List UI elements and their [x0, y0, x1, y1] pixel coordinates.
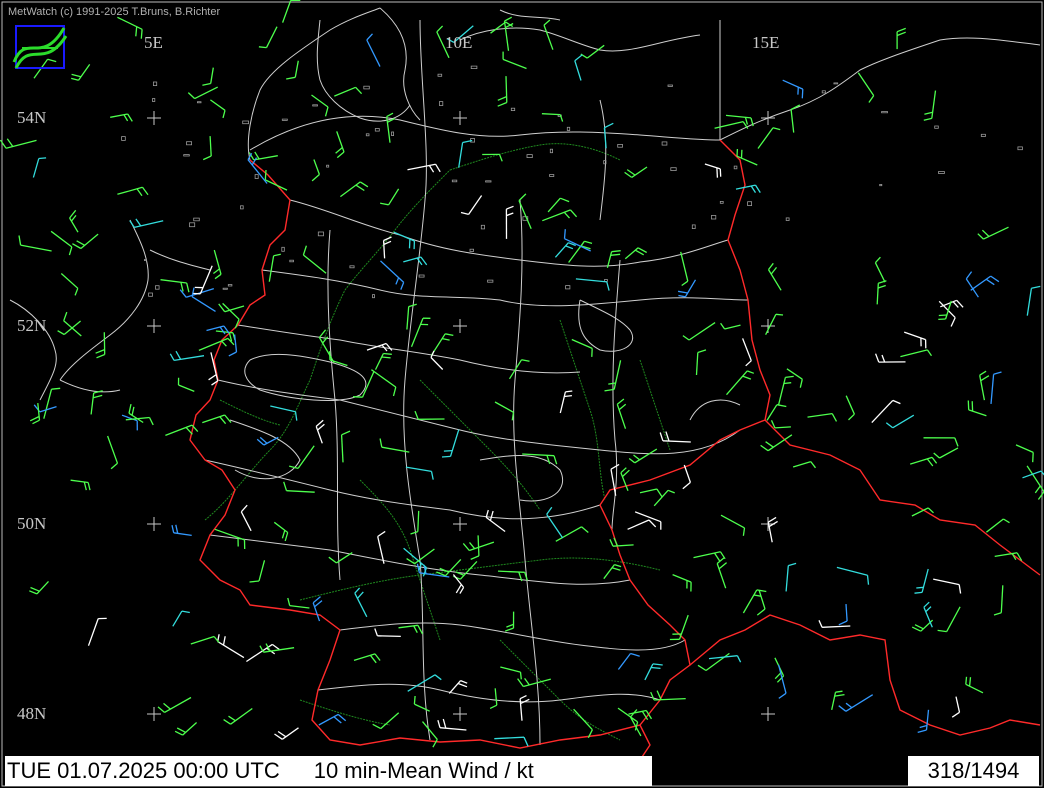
lon-label-5e: 5E [144, 33, 163, 52]
lat-label-52n: 52N [17, 316, 47, 335]
credit-text: MetWatch (c) 1991-2025 T.Bruns, B.Richte… [8, 6, 221, 18]
status-datetime: TUE 01.07.2025 00:00 UTC [7, 758, 280, 783]
status-datetime-product: TUE 01.07.2025 00:00 UTC 10 min-Mean Wind… [5, 756, 652, 786]
status-product: 10 min-Mean Wind / kt [313, 758, 534, 783]
lat-label-48n: 48N [17, 704, 47, 723]
weather-map [0, 0, 1044, 788]
status-frame-counter: 318/1494 [908, 756, 1039, 786]
lat-label-54n: 54N [17, 108, 47, 127]
lon-label-15e: 15E [752, 33, 780, 52]
lon-label-10e: 10E [445, 33, 473, 52]
metwatch-logo-icon [12, 25, 68, 69]
status-bar: TUE 01.07.2025 00:00 UTC 10 min-Mean Wind… [5, 756, 1039, 786]
lat-label-50n: 50N [17, 514, 47, 533]
